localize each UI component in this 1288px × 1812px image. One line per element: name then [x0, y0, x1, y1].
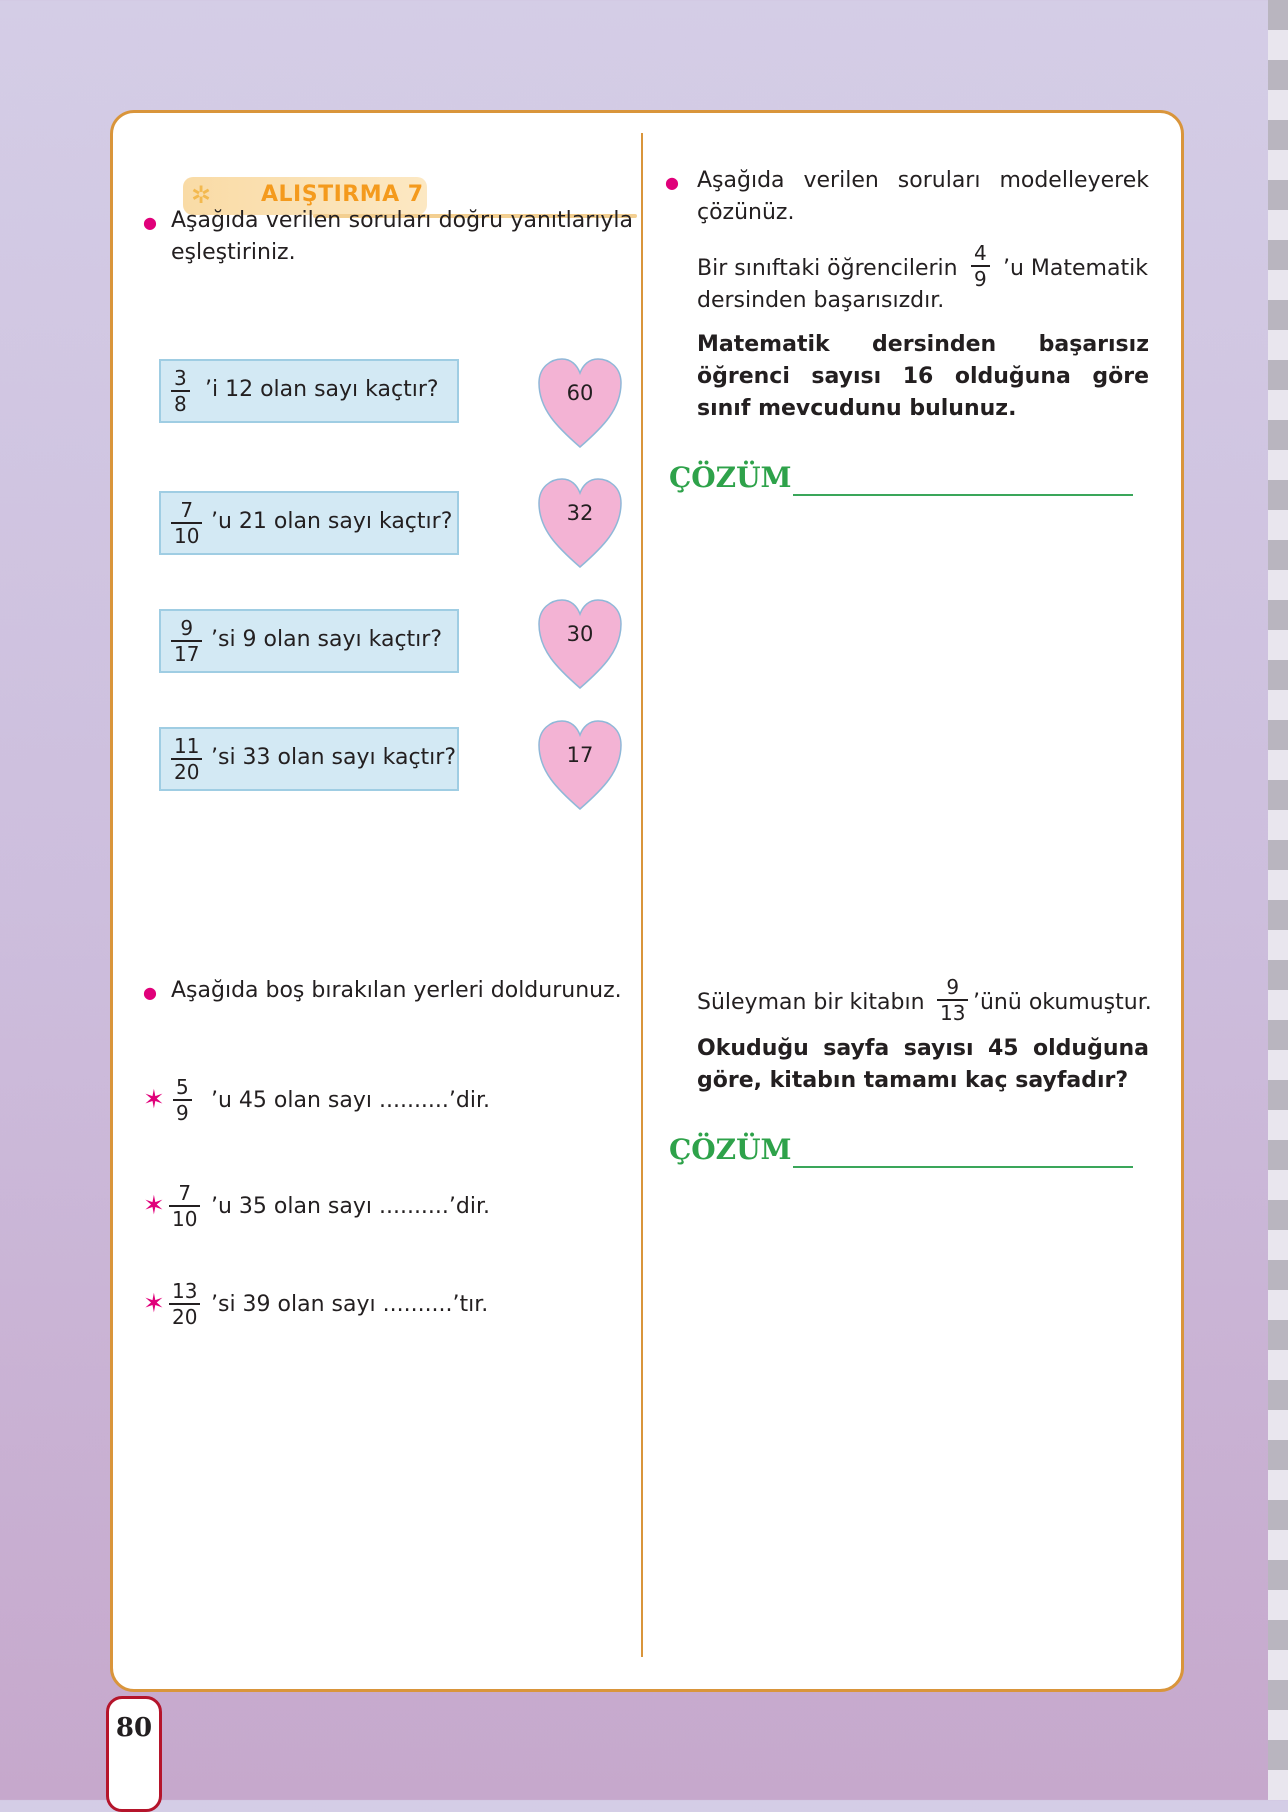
bullet-icon: ● [665, 173, 679, 192]
problem1-pre: Bir sınıftaki öğrencilerin [697, 256, 958, 281]
fill-item-3[interactable]: ’si 39 olan sayı ..........’tır. [211, 1290, 488, 1320]
question-text: ’u 21 olan sayı kaçtır? [211, 509, 453, 534]
problem2-pre: Süleyman bir kitabın [697, 990, 925, 1015]
problem2-post: ’ünü okumuştur. [973, 990, 1152, 1015]
star-icon: ✶ [143, 1085, 165, 1115]
question-text: ’i 12 olan sayı kaçtır? [205, 377, 439, 402]
problem1-line2: dersinden başarısızdır. [697, 288, 945, 313]
star-icon: ✶ [143, 1289, 165, 1319]
fraction: 7 10 [169, 1181, 201, 1231]
page-number-tab: 80 [106, 1696, 162, 1812]
instruction-fill: Aşağıda boş bırakılan yerleri doldurunuz… [171, 978, 622, 1003]
question-box-1[interactable]: 3 8 ’i 12 olan sayı kaçtır? [159, 359, 459, 423]
page-edge-strip [1268, 0, 1288, 1800]
answer-value: 32 [566, 501, 594, 525]
fraction: 9 13 [937, 975, 969, 1025]
fill-item-1[interactable]: ’u 45 olan sayı ..........’dir. [211, 1086, 490, 1116]
fraction: 7 10 [171, 498, 203, 548]
answer-value: 60 [566, 381, 594, 405]
star-icon: ✶ [143, 1191, 165, 1221]
exercise-title: ALIŞTIRMA 7 [261, 182, 424, 207]
bullet-icon: ● [143, 983, 157, 1002]
solution-line-2 [793, 1166, 1133, 1168]
answer-value: 17 [566, 743, 594, 767]
instruction-model: Aşağıda verilen soruları modelleyerek çö… [697, 168, 1149, 225]
heart-answer-4[interactable]: 17 [537, 719, 623, 811]
worksheet-card: ✲ ALIŞTIRMA 7 ● Aşağıda verilen soruları… [110, 110, 1184, 1692]
problem2-question: Okuduğu sayfa sayısı 45 olduğuna göre, k… [697, 1036, 1149, 1093]
question-box-2[interactable]: 7 10 ’u 21 olan sayı kaçtır? [159, 491, 459, 555]
fill-item-2[interactable]: ’u 35 olan sayı ..........’dir. [211, 1192, 490, 1222]
question-box-3[interactable]: 9 17 ’si 9 olan sayı kaçtır? [159, 609, 459, 673]
page-number: 80 [115, 1713, 153, 1743]
question-text: ’si 33 olan sayı kaçtır? [211, 745, 456, 770]
heart-answer-3[interactable]: 30 [537, 598, 623, 690]
question-box-4[interactable]: 11 20 ’si 33 olan sayı kaçtır? [159, 727, 459, 791]
bullet-icon: ● [143, 213, 157, 232]
heart-answer-1[interactable]: 60 [537, 357, 623, 449]
problem1-post: ’u Matematik [1003, 256, 1148, 281]
fraction: 13 20 [169, 1279, 201, 1329]
fraction: 11 20 [171, 734, 203, 784]
fraction: 3 8 [171, 366, 190, 416]
answer-value: 30 [566, 622, 594, 646]
problem1-question: Matematik dersinden başarısız öğrenci sa… [697, 332, 1149, 421]
solution-line-1 [793, 494, 1133, 496]
solution-label-1: ÇÖZÜM [669, 461, 792, 494]
fraction: 4 9 [971, 241, 990, 291]
column-divider [641, 133, 643, 1657]
fraction: 5 9 [173, 1075, 192, 1125]
instruction-match: Aşağıda verilen soruları doğru yanıtları… [171, 208, 633, 265]
question-text: ’si 9 olan sayı kaçtır? [211, 627, 442, 652]
solution-label-2: ÇÖZÜM [669, 1133, 792, 1166]
fraction: 9 17 [171, 616, 203, 666]
heart-answer-2[interactable]: 32 [537, 477, 623, 569]
